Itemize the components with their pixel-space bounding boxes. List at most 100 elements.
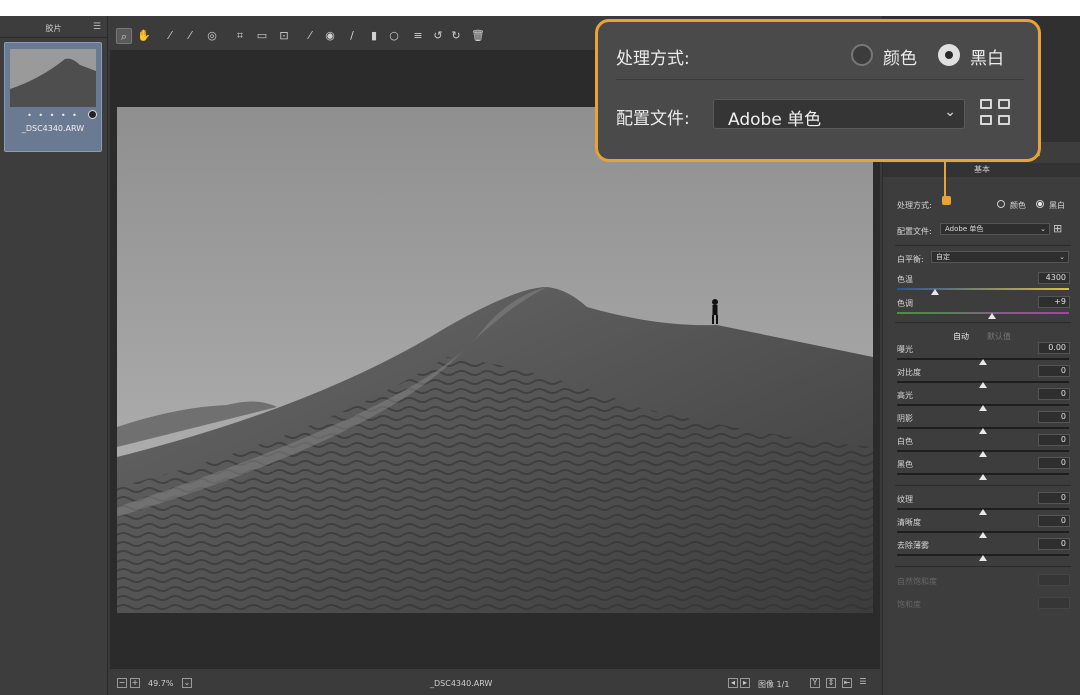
treatment-color-label: 颜色 [1010, 201, 1026, 210]
temperature-slider[interactable] [897, 288, 1069, 295]
contrast-slider[interactable] [897, 381, 1069, 388]
divider [895, 245, 1071, 246]
filmstrip-panel: 胶片 ☰ • • • • • _DSC4340.ARW [0, 16, 108, 695]
blacks-value[interactable]: 0 [1038, 457, 1070, 469]
slider-knob[interactable] [979, 428, 987, 434]
saturation-field [1038, 597, 1070, 609]
exposure-value[interactable]: 0.00 [1038, 342, 1070, 354]
callout-profile-label: 配置文件: [616, 109, 690, 129]
saturation-label: 饱和度 [897, 600, 921, 609]
temperature-value[interactable]: 4300 [1038, 272, 1070, 284]
clarity-label: 清晰度 [897, 518, 921, 527]
chevron-down-icon: ⌄ [1040, 225, 1046, 233]
profile-browser-grid-icon[interactable] [980, 99, 1014, 129]
target-adjust-icon[interactable]: ◎ [204, 28, 220, 44]
slider-knob[interactable] [979, 555, 987, 561]
shadows-value[interactable]: 0 [1038, 411, 1070, 423]
thumbnail[interactable]: • • • • • _DSC4340.ARW [4, 42, 102, 152]
tint-label: 色调 [897, 299, 913, 308]
straighten-icon[interactable]: ▭ [254, 28, 270, 44]
filmstrip-header: 胶片 ☰ [0, 16, 107, 38]
highlights-value[interactable]: 0 [1038, 388, 1070, 400]
filmstrip-title: 胶片 [45, 24, 62, 33]
swap-settings-icon[interactable]: ⇕ [826, 678, 836, 688]
red-eye-icon[interactable]: ◉ [322, 28, 338, 44]
section-title: 基本 [883, 163, 1080, 177]
zoom-out-button[interactable]: − [117, 678, 127, 688]
default-button[interactable]: 默认值 [987, 331, 1011, 342]
profile-dropdown[interactable]: Adobe 单色 ⌄ [940, 223, 1050, 235]
list-icon[interactable]: ≡ [410, 28, 426, 44]
whites-slider[interactable] [897, 450, 1069, 457]
callout-color-radio[interactable] [851, 44, 873, 66]
dehaze-value[interactable]: 0 [1038, 538, 1070, 550]
adjustment-brush-icon[interactable]: / [344, 28, 360, 44]
zoom-icon[interactable]: ⌕ [116, 28, 132, 44]
shadows-slider[interactable] [897, 427, 1069, 434]
preview-image[interactable] [117, 107, 873, 613]
before-after-y-button[interactable]: Y [810, 678, 820, 688]
trash-icon[interactable]: 🗑 [470, 28, 486, 44]
callout-bw-radio[interactable] [938, 44, 960, 66]
thumbnail-filename: _DSC4340.ARW [21, 124, 85, 133]
texture-slider[interactable] [897, 508, 1069, 515]
preferences-icon[interactable]: ☰ [858, 678, 868, 688]
callout-profile-dropdown[interactable]: Adobe 单色 ⌄ [713, 99, 965, 130]
shadows-label: 阴影 [897, 414, 913, 423]
auto-button[interactable]: 自动 [953, 331, 969, 342]
rotate-right-icon[interactable]: ↻ [448, 28, 464, 44]
status-filename: _DSC4340.ARW [430, 679, 493, 688]
white-balance-icon[interactable]: ⁄ [162, 28, 178, 44]
whites-value[interactable]: 0 [1038, 434, 1070, 446]
slider-knob[interactable] [979, 532, 987, 538]
graduated-filter-icon[interactable]: ▮ [366, 28, 382, 44]
slider-knob[interactable] [979, 509, 987, 515]
white-balance-dropdown[interactable]: 自定 ⌄ [931, 251, 1069, 263]
rating-dots[interactable]: • • • • • [5, 111, 101, 120]
slider-knob[interactable] [987, 313, 996, 319]
texture-value[interactable]: 0 [1038, 492, 1070, 504]
slider-knob[interactable] [979, 405, 987, 411]
copy-settings-icon[interactable]: ⇤ [842, 678, 852, 688]
menu-icon[interactable]: ☰ [93, 22, 101, 32]
treatment-bw-radio[interactable] [1036, 200, 1044, 208]
blacks-slider[interactable] [897, 473, 1069, 480]
spot-removal-icon[interactable]: ⁄ [302, 28, 318, 44]
treatment-color-radio[interactable] [997, 200, 1005, 208]
rotate-left-icon[interactable]: ↺ [430, 28, 446, 44]
zoom-callout: 处理方式: 颜色 黑白 配置文件: Adobe 单色 ⌄ [595, 19, 1041, 162]
contrast-value[interactable]: 0 [1038, 365, 1070, 377]
highlights-slider[interactable] [897, 404, 1069, 411]
radial-filter-icon[interactable]: ○ [386, 28, 402, 44]
callout-color-label: 颜色 [883, 49, 917, 69]
white-balance-label: 白平衡: [897, 255, 924, 264]
next-image-button[interactable]: ▸ [740, 678, 750, 688]
zoom-level[interactable]: 49.7% [148, 679, 173, 688]
profile-browser-icon[interactable]: ⊞ [1053, 222, 1062, 235]
divider [895, 566, 1071, 567]
clarity-value[interactable]: 0 [1038, 515, 1070, 527]
slider-knob[interactable] [979, 474, 987, 480]
whites-label: 白色 [897, 437, 913, 446]
tint-value[interactable]: +9 [1038, 296, 1070, 308]
hand-icon[interactable]: ✋ [136, 28, 152, 44]
exposure-slider[interactable] [897, 358, 1069, 365]
prev-image-button[interactable]: ◂ [728, 678, 738, 688]
slider-knob[interactable] [930, 289, 939, 295]
slider-knob[interactable] [979, 451, 987, 457]
tint-slider[interactable] [897, 312, 1069, 319]
slider-knob[interactable] [979, 359, 987, 365]
zoom-dropdown-chevron-icon[interactable]: ⌄ [182, 678, 192, 688]
slider-knob[interactable] [979, 382, 987, 388]
highlights-label: 高光 [897, 391, 913, 400]
clarity-slider[interactable] [897, 531, 1069, 538]
color-sampler-icon[interactable]: ⁄ [182, 28, 198, 44]
zoom-in-button[interactable]: + [130, 678, 140, 688]
treatment-bw-label: 黑白 [1049, 201, 1065, 210]
transform-icon[interactable]: ⊡ [276, 28, 292, 44]
chevron-down-icon: ⌄ [944, 104, 956, 120]
dehaze-slider[interactable] [897, 554, 1069, 561]
crop-icon[interactable]: ⌗ [232, 28, 248, 44]
callout-bw-label: 黑白 [970, 49, 1004, 69]
profile-value: Adobe 单色 [945, 225, 984, 233]
